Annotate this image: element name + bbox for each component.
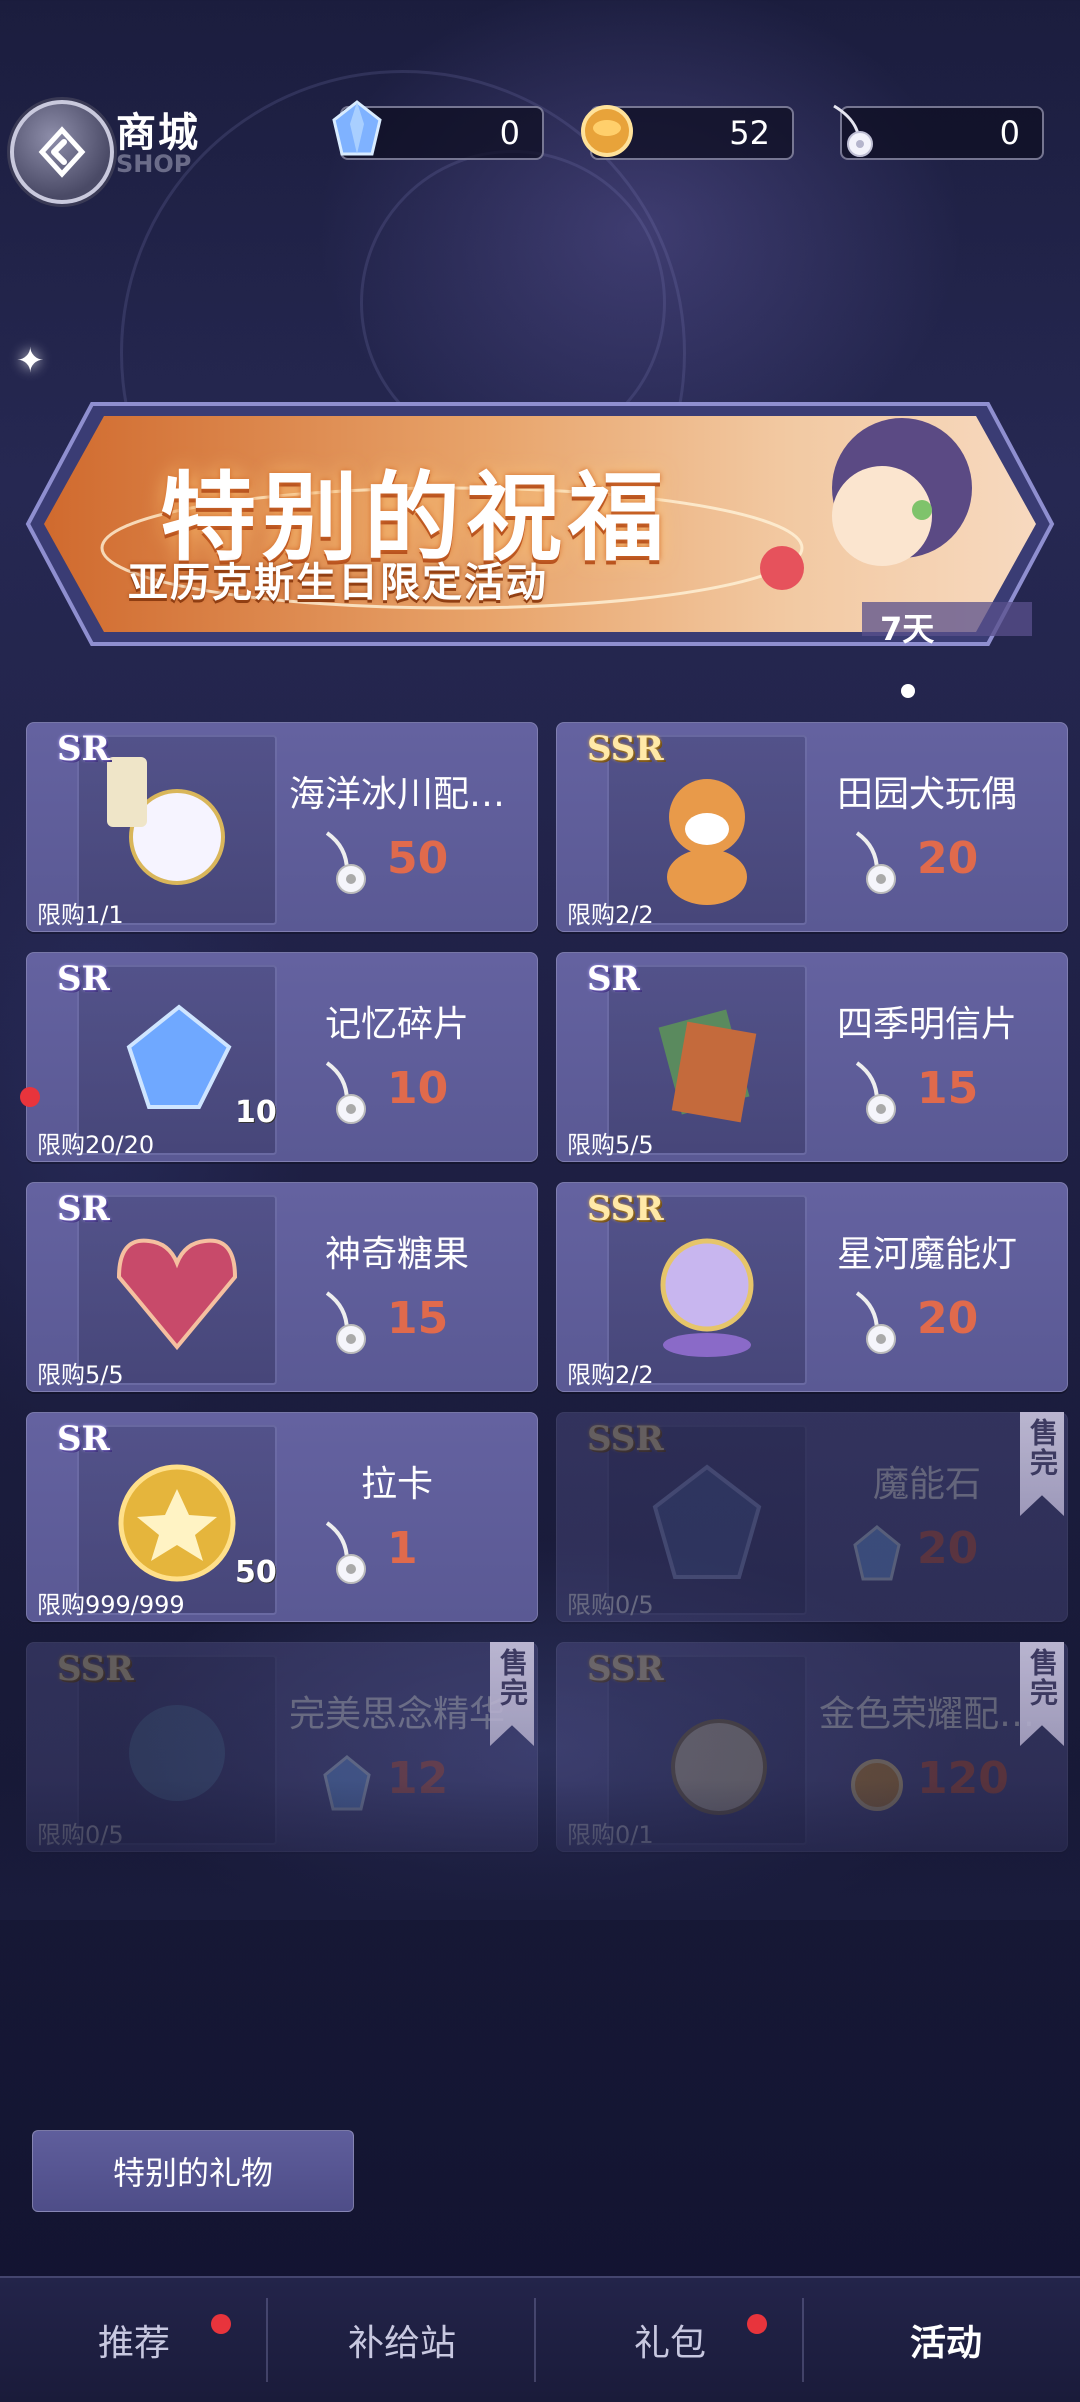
list-fade [0,1780,1080,1920]
item-price: 20 [917,1293,979,1344]
nav-tab-events[interactable]: 活动 [812,2278,1080,2402]
sparkle-icon: ✦ [16,341,45,381]
purchase-limit: 限购2/2 [567,1361,654,1389]
pendant-count: 0 [999,114,1020,152]
item-price: 20 [917,833,979,884]
nav-badge-dot [211,2314,231,2334]
item-price: 50 [387,833,449,884]
banner-subtitle: 亚历克斯生日限定活动 [128,559,548,606]
sold-out-label: 售完 [1026,1418,1059,1478]
item-name: 魔能石 [872,1464,981,1505]
nav-label: 补给站 [347,2323,456,2364]
flower-pendant-icon [855,1291,896,1354]
item-name: 神奇糖果 [324,1234,469,1275]
item-price: 20 [917,1523,979,1574]
item-name: 四季明信片 [836,1004,1017,1045]
nav-divider [802,2298,804,2382]
back-button[interactable] [10,100,114,204]
rarity-badge: SR [57,729,110,769]
flower-pendant-icon [325,1291,366,1354]
currency-pendant: 0 [833,104,1044,160]
nav-label: 推荐 [97,2323,170,2364]
nav-tab-packs[interactable]: 礼包 [536,2278,804,2402]
purchase-limit: 限购1/1 [37,901,124,929]
crystal-icon [332,100,382,156]
page-subtitle: SHOP [116,150,192,178]
purchase-limit: 限购20/20 [37,1131,155,1159]
sold-out-label: 售完 [496,1648,529,1708]
flower-pendant-icon [325,1521,366,1584]
back-arrow-icon [38,126,86,178]
item-name: 拉卡 [360,1464,433,1505]
currency-crystal: 0 [332,100,544,160]
bottom-nav: 推荐 补给站 礼包 活动 [0,2276,1080,2402]
rarity-badge: SSR [57,1649,134,1689]
crystal-count: 0 [499,114,520,152]
purchase-limit: 限购5/5 [567,1131,654,1159]
item-name: 金色荣耀配… [818,1694,1035,1735]
item-name: 记忆碎片 [324,1004,469,1045]
rarity-badge: SSR [587,729,664,769]
shop-item-card[interactable]: SR 拉卡 1 限购999/999 50 [26,1412,538,1622]
special-gift-button[interactable]: 特别的礼物 [32,2130,354,2212]
nav-label: 礼包 [633,2323,706,2364]
rarity-badge: SSR [587,1419,664,1459]
flower-pendant-icon [325,831,366,894]
item-name: 星河魔能灯 [836,1234,1017,1275]
rarity-badge: SR [57,959,110,999]
shop-item-card[interactable]: SR 海洋冰川配… 50 限购1/1 [26,722,538,932]
rarity-badge: SR [57,1419,110,1459]
rarity-badge: SSR [587,1649,664,1689]
item-name: 田园犬玩偶 [836,774,1017,815]
purchase-limit: 限购0/5 [567,1591,654,1619]
rarity-badge: SR [57,1189,110,1229]
shop-item-card[interactable]: SR 记忆碎片 10 限购20/20 10 [26,952,538,1162]
nav-tab-supply[interactable]: 补给站 [268,2278,536,2402]
shop-item-card[interactable]: SR 神奇糖果 15 限购5/5 [26,1182,538,1392]
shop-item-card[interactable]: SSR 魔能石 20 限购0/5 [556,1412,1068,1622]
item-name: 海洋冰川配… [288,774,505,815]
shop-item-card[interactable]: SR 四季明信片 15 限购5/5 [556,952,1068,1162]
shop-item-card[interactable]: SSR 田园犬玩偶 20 限购2/2 [556,722,1068,932]
rarity-badge: SR [587,959,640,999]
notification-dot [20,1087,40,1107]
gold-coin-icon [581,105,633,157]
item-price: 10 [387,1063,449,1114]
purchase-limit: 限购5/5 [37,1361,124,1389]
flower-pendant-icon [855,1061,896,1124]
nav-label: 活动 [909,2323,982,2364]
flower-pendant-icon [325,1061,366,1124]
item-quantity: 50 [235,1555,277,1590]
carousel-dot[interactable] [901,684,915,698]
item-name: 完美思念精华 [288,1694,505,1735]
gold-count: 52 [729,114,770,152]
sold-out-label: 售完 [1026,1648,1059,1708]
purchase-limit: 限购999/999 [37,1591,185,1619]
item-price: 15 [917,1063,979,1114]
crystal-icon [853,1525,901,1581]
item-price: 1 [387,1523,418,1574]
purchase-limit: 限购2/2 [567,901,654,929]
flower-pendant-icon [833,104,873,157]
shop-item-card[interactable]: SSR 星河魔能灯 20 限购2/2 [556,1182,1068,1392]
nav-tab-recommend[interactable]: 推荐 [0,2278,268,2402]
item-price: 15 [387,1293,449,1344]
currency-gold: 52 [581,105,794,160]
flower-pendant-icon [855,831,896,894]
nav-badge-dot [747,2314,767,2334]
item-quantity: 10 [235,1095,277,1130]
banner-days-left: 7天 [880,610,935,648]
rarity-badge: SSR [587,1189,664,1229]
